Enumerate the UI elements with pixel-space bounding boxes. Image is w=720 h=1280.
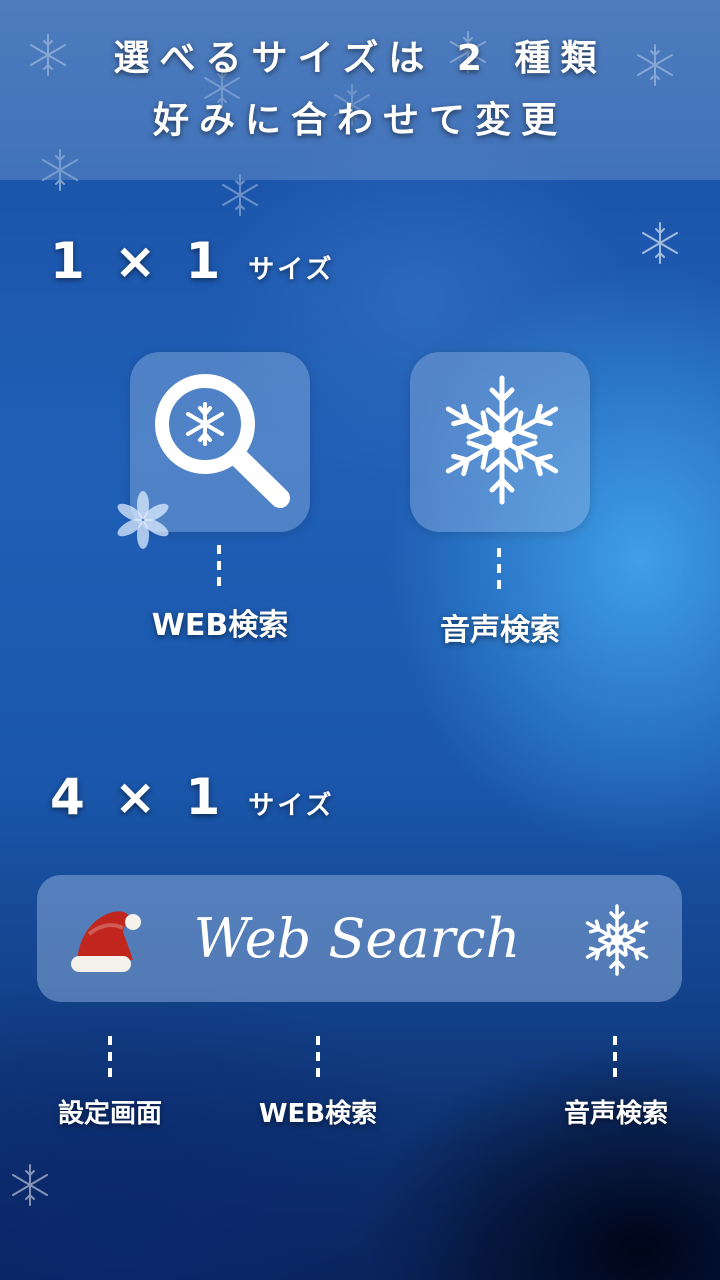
- magnifier-snowflake-icon: [155, 374, 290, 508]
- connector-dash: [316, 1036, 320, 1080]
- widget-title: Web Search: [193, 907, 521, 970]
- section-1x1-label: 1 × 1 サイズ: [50, 232, 335, 290]
- section-4x1-label: 4 × 1 サイズ: [50, 768, 335, 826]
- snowflake-icon: [445, 375, 559, 505]
- voice-search-caption: 音声検索: [563, 1099, 668, 1129]
- settings-caption: 設定画面: [57, 1099, 162, 1129]
- section-4x1-suffix: サイズ: [248, 791, 335, 821]
- voice-search-tile[interactable]: [410, 352, 590, 532]
- web-search-caption: WEB検索: [151, 608, 289, 643]
- section-1x1-size: 1 × 1: [50, 232, 227, 290]
- background-snowflakes: [12, 31, 678, 1206]
- header-title-line2: 好みに合わせて変更: [152, 100, 567, 141]
- santa-hat-icon[interactable]: [67, 900, 147, 980]
- snowflake-icon[interactable]: [577, 900, 657, 980]
- web-search-caption: WEB検索: [258, 1099, 378, 1129]
- connector-dash: [613, 1036, 617, 1080]
- voice-search-caption: 音声検索: [440, 613, 560, 648]
- web-search-tile[interactable]: [130, 352, 310, 532]
- section-1x1-suffix: サイズ: [248, 255, 335, 285]
- connector-dash: [108, 1036, 112, 1080]
- connector-dash: [217, 545, 221, 589]
- search-widget-bar[interactable]: Web Search: [37, 875, 682, 1002]
- connector-dash: [497, 548, 501, 592]
- section-4x1-size: 4 × 1: [50, 768, 227, 826]
- header-banner: 選べるサイズは 2 種類 好みに合わせて変更: [0, 0, 720, 180]
- header-title-line1: 選べるサイズは 2 種類: [113, 38, 607, 79]
